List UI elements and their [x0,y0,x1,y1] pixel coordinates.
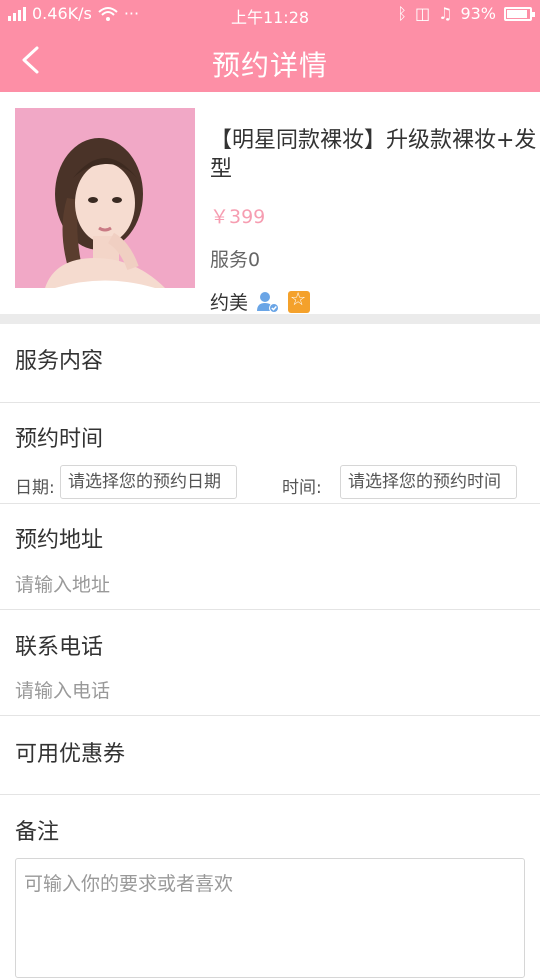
divider [0,503,540,504]
address-input[interactable]: 请输入地址 [15,570,110,597]
bell-icon: ♫ [438,4,453,23]
vendor-name: 约美 [210,292,249,314]
status-bar: 0.46K/s ··· 上午11:28 ᛒ ◫ ♫ 93% [0,0,540,28]
divider [0,609,540,610]
address-label: 预约地址 [15,528,104,553]
product-card[interactable]: 【明星同款裸妆】升级款裸妆+发型 ￥399 服务0 约美 [0,92,540,314]
product-photo [15,108,195,288]
service-content-label[interactable]: 服务内容 [15,343,103,375]
section-gap [0,314,540,324]
verified-user-icon [257,291,280,313]
divider [0,715,540,716]
product-title: 【明星同款裸妆】升级款裸妆+发型 [210,128,537,182]
appointment-time-label: 预约时间 [15,427,104,452]
remark-textarea[interactable]: 可输入你的要求或者喜欢 [15,858,525,978]
phone-label: 联系电话 [15,635,104,660]
time-picker[interactable]: 请选择您的预约时间 [340,465,517,499]
datetime-row: 日期: 请选择您的预约日期 时间: 请选择您的预约时间 [0,464,540,500]
vendor-row: 约美 [210,288,311,315]
date-label: 日期: [15,478,55,498]
phone-input[interactable]: 请输入电话 [15,676,110,703]
remark-label: 备注 [15,820,60,845]
battery-percent: 93% [460,4,496,23]
vibrate-icon: ◫ [414,4,431,23]
date-picker[interactable]: 请选择您的预约日期 [60,465,237,499]
status-right: ᛒ ◫ ♫ 93% [397,4,535,23]
nav-bar: 预约详情 [0,28,540,92]
page-title: 预约详情 [211,49,328,82]
bluetooth-icon: ᛒ [397,4,407,23]
divider [0,402,540,403]
battery-icon [504,6,535,21]
star-badge-icon [288,289,311,313]
product-price: ￥399 [210,206,266,228]
service-count: 服务0 [210,249,261,271]
time-label: 时间: [282,478,322,498]
coupon-label[interactable]: 可用优惠券 [15,736,125,768]
divider [0,794,540,795]
